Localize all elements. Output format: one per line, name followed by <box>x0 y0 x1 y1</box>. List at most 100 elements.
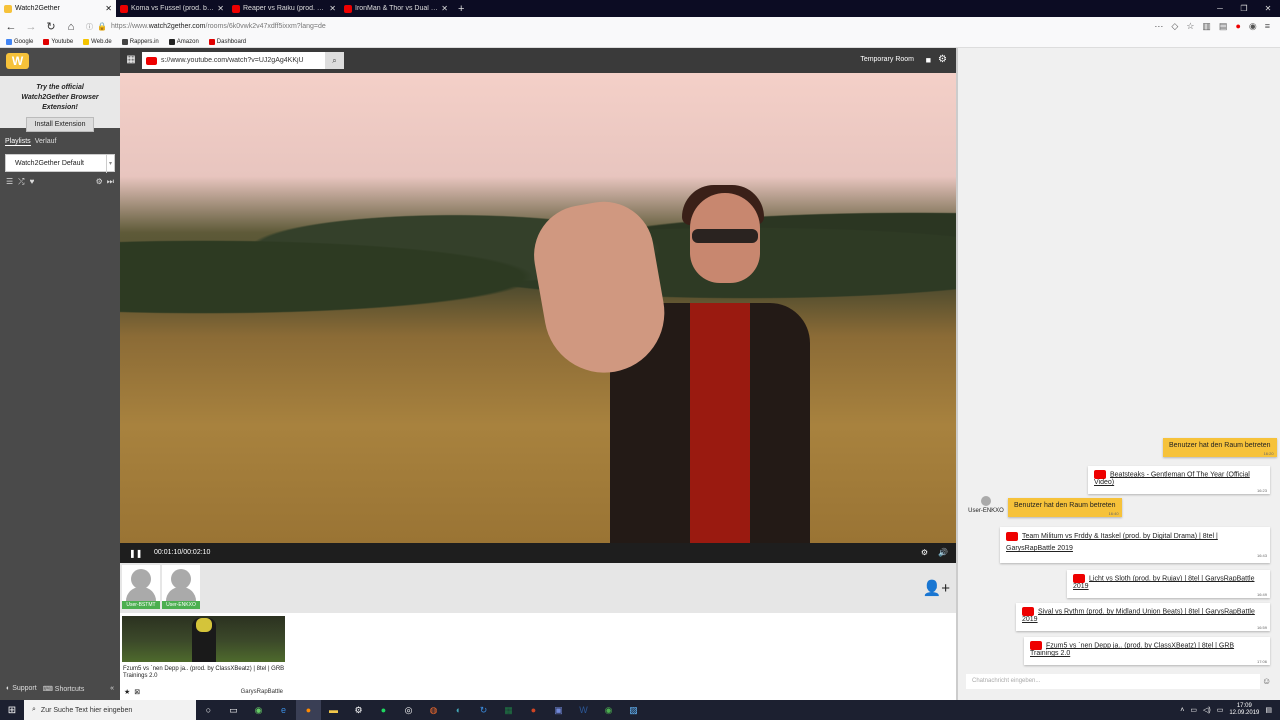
steam-icon[interactable]: ◎ <box>396 705 421 716</box>
clock[interactable]: 17:09 12.09.2019 <box>1229 703 1259 717</box>
grid-menu-icon[interactable]: ▦ <box>124 53 138 67</box>
library-icon[interactable]: ▥ <box>1202 21 1211 32</box>
heart-icon[interactable]: ♥ <box>30 177 35 187</box>
origin-icon[interactable]: ◍ <box>421 705 446 716</box>
firefox-icon[interactable]: ● <box>296 700 321 720</box>
forward-icon[interactable]: → <box>24 21 38 33</box>
playlist-select[interactable]: Watch2Gether Default ▾ <box>5 154 115 173</box>
chat-input[interactable]: Chatnachricht eingeben... <box>966 674 1260 689</box>
room-settings-icon[interactable]: ⚙ <box>938 54 947 65</box>
chat-message-video[interactable]: Sival vs Rythm (prod. by Midland Union B… <box>1016 603 1270 631</box>
account-icon[interactable]: ◉ <box>1249 21 1257 32</box>
tab-history[interactable]: Verlauf <box>35 138 57 146</box>
shortcuts-link[interactable]: ⌨ Shortcuts <box>43 685 85 693</box>
discord-icon[interactable]: ▣ <box>546 705 571 716</box>
tab-close-icon[interactable]: ✕ <box>329 4 336 13</box>
chat-message-video[interactable]: Licht vs Sloth (prod. by Rujay) | 8tel |… <box>1067 570 1270 598</box>
home-icon[interactable]: ⌂ <box>64 21 78 33</box>
taskbar-search[interactable]: ⌕ Zur Suche Text hier eingeben <box>24 700 196 720</box>
message-link[interactable]: Licht vs Sloth (prod. by Rujay) | 8tel |… <box>1073 575 1254 590</box>
sidebar-icon[interactable]: ▤ <box>1219 21 1228 32</box>
task-view-icon[interactable]: ▭ <box>221 705 246 716</box>
excel-icon[interactable]: ▦ <box>496 705 521 716</box>
powerpoint-icon[interactable]: ● <box>521 705 546 715</box>
support-link[interactable]: ◐ Support <box>6 685 37 693</box>
app-refresh-icon[interactable]: ↻ <box>471 705 496 716</box>
message-link[interactable]: Team Militum vs Frddy & Itaskel (prod. b… <box>1006 533 1218 552</box>
video-player[interactable] <box>120 73 956 543</box>
volume-icon[interactable]: 🔊 <box>938 548 948 557</box>
add-user-icon[interactable]: 👤+ <box>923 579 950 597</box>
edge-icon[interactable]: e <box>271 705 296 715</box>
spotify-icon[interactable]: ● <box>371 705 396 715</box>
bookmark-google[interactable]: Google <box>6 38 33 45</box>
user-card[interactable]: User-ENKXO <box>162 565 200 609</box>
remove-icon[interactable]: ⊠ <box>134 688 140 696</box>
tray-expand-icon[interactable]: ˄ <box>1180 707 1184 714</box>
extension-icon[interactable]: ● <box>1235 21 1240 32</box>
video-url-input[interactable]: s://www.youtube.com/watch?v=UJ2gAg4KKjU … <box>142 52 344 69</box>
chat-message-video[interactable]: Fzum5 vs `nen Depp ja.. (prod. by ClassX… <box>1024 637 1270 665</box>
camera-icon[interactable]: ■ <box>926 55 931 65</box>
user-card[interactable]: User-BSTMT <box>122 565 160 609</box>
address-bar[interactable]: ⓘ 🔒 https://www.watch2gether.com/rooms/6… <box>84 19 1148 34</box>
bookmark-rappers[interactable]: Rappers.in <box>121 38 159 45</box>
back-icon[interactable]: ← <box>4 21 18 33</box>
collapse-icon[interactable]: « <box>110 685 114 693</box>
video-thumbnail[interactable] <box>122 616 285 662</box>
volume-icon[interactable]: ◁) <box>1203 706 1211 714</box>
app-blue-icon[interactable]: ◐ <box>446 705 471 715</box>
windows-start-icon[interactable]: ⊞ <box>0 705 24 716</box>
video-settings-icon[interactable]: ⚙ <box>921 548 928 557</box>
word-icon[interactable]: W <box>571 705 596 715</box>
chat-message-video[interactable]: Beatsteaks - Gentleman Of The Year (Offi… <box>1088 466 1270 494</box>
room-title[interactable]: Temporary Room <box>860 56 914 63</box>
emoji-icon[interactable]: ☺ <box>1262 676 1271 686</box>
message-link[interactable]: Beatsteaks - Gentleman Of The Year (Offi… <box>1094 471 1250 486</box>
chrome-icon[interactable]: ◉ <box>596 705 621 716</box>
minimize-icon[interactable]: ─ <box>1208 0 1232 17</box>
bookmark-dashboard[interactable]: Dashboard <box>208 38 246 45</box>
file-explorer-icon[interactable]: ▬ <box>321 705 346 715</box>
app-dark-icon[interactable]: ▨ <box>621 705 646 716</box>
message-link[interactable]: Sival vs Rythm (prod. by Midland Union B… <box>1022 608 1255 623</box>
star-icon[interactable]: ★ <box>124 688 130 696</box>
app-green-icon[interactable]: ◉ <box>246 705 271 716</box>
tab-close-icon[interactable]: ✕ <box>441 4 448 13</box>
language-icon[interactable]: ▭ <box>1217 706 1224 714</box>
playlist-item[interactable]: Fzum5 vs `nen Depp ja.. (prod. by ClassX… <box>122 616 285 698</box>
network-icon[interactable]: ▭ <box>1190 706 1197 714</box>
tab-playlists[interactable]: Playlists <box>5 138 31 146</box>
bookmark-webde[interactable]: Web.de <box>83 38 112 45</box>
pocket-icon[interactable]: ◇ <box>1171 21 1178 32</box>
tab-close-icon[interactable]: ✕ <box>105 4 112 13</box>
search-icon[interactable]: ⌕ <box>325 52 344 69</box>
page-actions-icon[interactable]: ⋯ <box>1154 21 1163 32</box>
new-tab-icon[interactable]: + <box>452 0 470 17</box>
install-extension-button[interactable]: Install Extension <box>26 117 94 132</box>
skip-icon[interactable]: ⏭ <box>107 177 114 187</box>
bookmark-star-icon[interactable]: ☆ <box>1186 21 1194 32</box>
cortana-icon[interactable]: ○ <box>196 705 221 715</box>
menu-icon[interactable]: ≡ <box>1265 21 1270 32</box>
window-close-icon[interactable]: ✕ <box>1256 0 1280 17</box>
tab-reaper-vs-raiku[interactable]: Reaper vs Raiku (prod. by ... ✕ <box>228 0 340 17</box>
tab-close-icon[interactable]: ✕ <box>217 4 224 13</box>
info-icon[interactable]: ⓘ <box>86 22 93 32</box>
shuffle-icon[interactable]: ⤮ <box>18 177 24 187</box>
tab-watch2gether[interactable]: Watch2Gether ✕ <box>0 0 116 17</box>
playlist-item-title[interactable]: Fzum5 vs `nen Depp ja.. (prod. by ClassX… <box>123 666 285 680</box>
message-link[interactable]: Fzum5 vs `nen Depp ja.. (prod. by ClassX… <box>1030 642 1234 657</box>
tab-koma-vs-fussel[interactable]: Koma vs Fussel (prod. by ... ✕ <box>116 0 228 17</box>
list-icon[interactable]: ☰ <box>6 177 13 187</box>
restore-icon[interactable]: ❐ <box>1232 0 1256 17</box>
tab-ironman-thor[interactable]: IronMan & Thor vs Dual (p... ✕ <box>340 0 452 17</box>
reload-icon[interactable]: ↻ <box>44 20 58 33</box>
bookmark-amazon[interactable]: Amazon <box>168 38 199 45</box>
pause-icon[interactable]: ❚❚ <box>129 549 142 558</box>
watch2gether-logo[interactable]: W <box>6 53 29 69</box>
settings-icon[interactable]: ⚙ <box>346 705 371 716</box>
bookmark-youtube[interactable]: Youtube <box>43 38 73 45</box>
gear-icon[interactable]: ⚙ <box>96 177 103 187</box>
chat-message-video[interactable]: Team Militum vs Frddy & Itaskel (prod. b… <box>1000 527 1270 563</box>
